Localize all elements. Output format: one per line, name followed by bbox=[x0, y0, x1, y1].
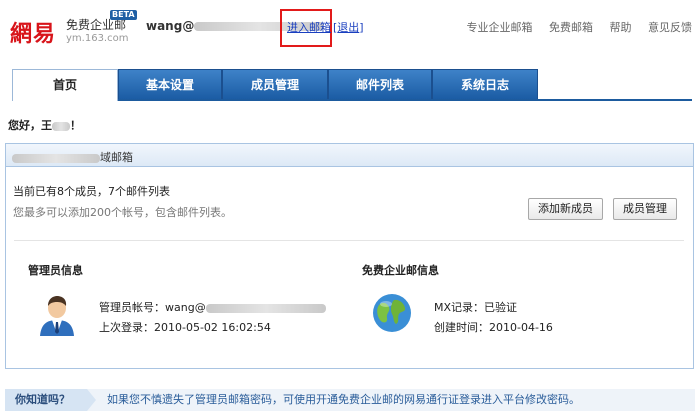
admin-info-title: 管理员信息 bbox=[28, 264, 83, 277]
redacted-admin-email bbox=[205, 303, 326, 313]
member-count-text: 当前已有8个成员，7个邮件列表 bbox=[13, 185, 170, 198]
tab-basic-settings[interactable]: 基本设置 bbox=[118, 69, 222, 99]
member-manage-button[interactable]: 成员管理 bbox=[613, 198, 677, 220]
top-links: 专业企业邮箱 免费邮箱 帮助 意见反馈 bbox=[454, 19, 693, 35]
link-free-mail[interactable]: 免费邮箱 bbox=[549, 21, 593, 34]
greeting-prefix: 您好，王 bbox=[8, 119, 52, 132]
admin-account: 管理员帐号：wang@ bbox=[99, 299, 326, 315]
beta-badge: BETA bbox=[110, 10, 137, 20]
admin-avatar-icon bbox=[40, 296, 74, 336]
tip-text: 如果您不慎遗失了管理员邮箱密码，可使用开通免费企业邮的网易通行证登录进入平台修改… bbox=[107, 393, 580, 406]
divider bbox=[14, 240, 684, 241]
tab-home[interactable]: 首页 bbox=[12, 69, 118, 101]
panel-title: 域邮箱 bbox=[12, 149, 133, 165]
logo: 網易 免费企业邮 BETA ym.163.com bbox=[10, 10, 138, 48]
logo-domain: ym.163.com bbox=[66, 33, 129, 44]
greeting: 您好，王 ！ bbox=[8, 117, 81, 133]
mx-record: MX记录：已验证 bbox=[434, 301, 518, 314]
last-login: 上次登录：2010-05-02 16:02:54 bbox=[99, 321, 271, 334]
link-pro-mail[interactable]: 专业企业邮箱 bbox=[467, 21, 533, 34]
link-help[interactable]: 帮助 bbox=[610, 21, 632, 34]
tip-arrow-icon bbox=[87, 389, 96, 411]
tab-mailing-lists[interactable]: 邮件列表 bbox=[328, 69, 432, 99]
enterprise-info-title: 免费企业邮信息 bbox=[362, 264, 439, 277]
account-limit-hint: 您最多可以添加200个帐号，包含邮件列表。 bbox=[13, 206, 232, 219]
logout-link[interactable]: 退出 bbox=[337, 21, 359, 34]
redacted-domain bbox=[12, 153, 100, 163]
enter-mailbox-link[interactable]: 进入邮箱 bbox=[287, 19, 331, 35]
redacted-name bbox=[52, 121, 70, 131]
panel-title-suffix: 域邮箱 bbox=[100, 151, 133, 164]
tip-bar: 你知道吗？ 如果您不慎遗失了管理员邮箱密码，可使用开通免费企业邮的网易通行证登录… bbox=[5, 389, 695, 411]
admin-account-label: 管理员帐号：wang@ bbox=[99, 301, 206, 314]
globe-icon bbox=[373, 294, 411, 332]
add-member-button[interactable]: 添加新成员 bbox=[528, 198, 603, 220]
user-name: wang@ bbox=[146, 19, 195, 33]
tab-member-management[interactable]: 成员管理 bbox=[222, 69, 328, 99]
nav-tabs: 首页 基本设置 成员管理 邮件列表 系统日志 bbox=[12, 69, 692, 101]
tab-system-log[interactable]: 系统日志 bbox=[432, 69, 538, 99]
greeting-suffix: ！ bbox=[70, 119, 81, 132]
link-feedback[interactable]: 意见反馈 bbox=[648, 21, 692, 34]
panel-header: 域邮箱 bbox=[6, 144, 693, 167]
tip-label: 你知道吗？ bbox=[5, 389, 87, 411]
logo-text: 網易 bbox=[10, 21, 57, 47]
domain-mailbox-panel: 域邮箱 当前已有8个成员，7个邮件列表 您最多可以添加200个帐号，包含邮件列表… bbox=[5, 143, 694, 369]
logout-group: [退出] bbox=[333, 21, 364, 34]
created-time: 创建时间：2010-04-16 bbox=[434, 321, 553, 334]
